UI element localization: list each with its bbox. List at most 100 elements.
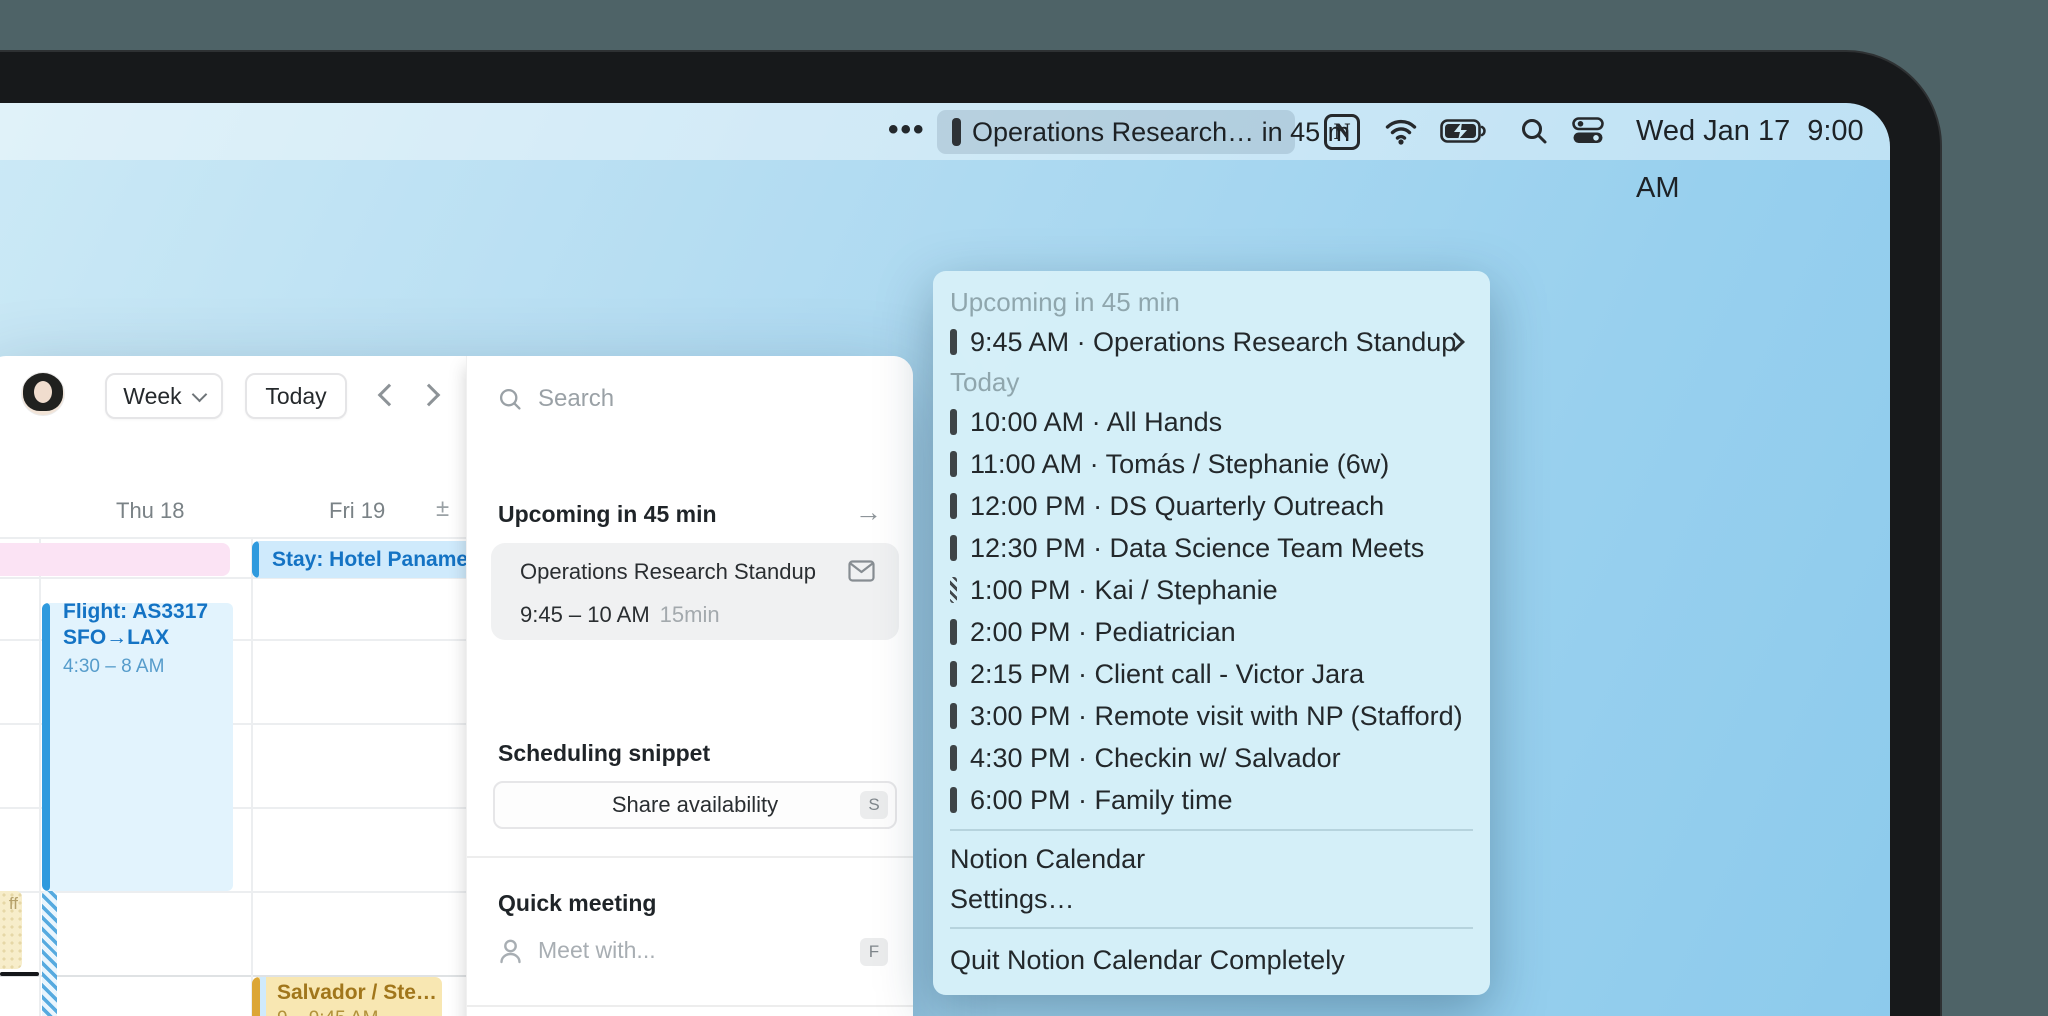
allday-event-pink[interactable] [0,543,230,576]
menu-bar: ••• Operations Research… in 45 m N Wed J… [0,103,1890,204]
prev-week-button[interactable] [377,383,401,407]
meet-with-input[interactable]: Meet with... [498,937,656,964]
event-label: 2:15 PM · Client call - Victor Jara [970,658,1365,689]
control-center-icon [1572,117,1604,143]
event-time: 9:45 – 10 AM [520,602,650,627]
menu-bar-overflow-item[interactable]: ••• [888,103,926,160]
avatar[interactable] [22,373,64,415]
event-duration: 15min [659,602,720,627]
notion-menu-item[interactable]: N [1324,114,1360,150]
quick-meeting-header: Quick meeting [498,890,657,916]
avatar-face [34,381,52,403]
event-salvador[interactable]: Salvador / Ste… 9 – 9:45 AM [252,977,442,1016]
wifi-menu-item[interactable] [1384,117,1418,150]
dropdown-event-item[interactable]: 2:00 PM · Pediatrician [933,611,1490,653]
dropdown-event-item[interactable]: 10:00 AM · All Hands [933,401,1490,443]
event-color-bar-icon [950,577,957,603]
dropdown-event-item[interactable]: 4:30 PM · Checkin w/ Salvador [933,737,1490,779]
side-panel: Search Upcoming in 45 min → Operations R… [466,356,913,1016]
status-item-label: Operations Research… in 45 m [972,116,1351,147]
spotlight-menu-item[interactable] [1520,117,1548,150]
envelope-icon[interactable] [848,560,875,587]
divider [467,1005,913,1007]
event-color-bar-icon [950,661,957,687]
event-color-bar-icon [950,787,957,813]
event-color-bar-icon [950,535,957,561]
current-time-indicator [0,972,39,976]
dropdown-event-item[interactable]: 3:00 PM · Remote visit with NP (Stafford… [933,695,1490,737]
event-hatched-thu[interactable] [42,891,57,1016]
event-label: 1:00 PM · Kai / Stephanie [970,574,1278,605]
day-header-thu: Thu 18 [116,498,185,523]
battery-charging-icon [1440,119,1486,143]
wifi-icon [1385,119,1417,145]
today-button-label: Today [265,382,327,409]
screen: ••• Operations Research… in 45 m N Wed J… [0,103,1890,1016]
search-icon [499,388,521,410]
dropdown-event-item[interactable]: 12:30 PM · Data Science Team Meets [933,527,1490,569]
event-label: 12:30 PM · Data Science Team Meets [970,532,1425,563]
notion-calendar-dropdown: Upcoming in 45 min 9:45 AM · Operations … [933,271,1490,995]
dropdown-event-item[interactable]: 11:00 AM · Tomás / Stephanie (6w) [933,443,1490,485]
dropdown-upcoming-header: Upcoming in 45 min [950,287,1180,317]
event-color-bar-icon [252,541,259,578]
event-color-bar-icon [950,451,957,477]
search-icon [1522,119,1547,144]
next-week-button[interactable] [417,383,441,407]
column-line [39,537,41,1016]
divider [467,856,913,858]
today-button[interactable]: Today [245,373,347,419]
key-badge-s: S [860,791,888,819]
arrow-right-icon[interactable]: → [855,497,882,528]
upcoming-event-card[interactable]: Operations Research Standup 9:45 – 10 AM… [491,543,899,640]
control-center-menu-item[interactable] [1572,117,1604,150]
event-label: 11:00 AM · Tomás / Stephanie (6w) [970,448,1390,479]
menu-item-settings[interactable]: Settings… [933,879,1490,919]
scheduling-snippet-header: Scheduling snippet [498,740,711,766]
event-label: 4:30 PM · Checkin w/ Salvador [970,742,1341,773]
view-switcher-button[interactable]: Week [105,373,223,419]
notion-calendar-status-item[interactable]: Operations Research… in 45 m [937,110,1350,154]
grid-line [0,891,466,893]
dropdown-event-item[interactable]: 1:00 PM · Kai / Stephanie [933,569,1490,611]
share-availability-button[interactable]: Share availability [493,781,897,829]
day-header-fri: Fri 19 [329,498,386,523]
event-label: 9:45 AM · Operations Research Standup [970,326,1457,357]
grid-line [0,537,466,539]
dropdown-event-item[interactable]: 2:15 PM · Client call - Victor Jara [933,653,1490,695]
event-label: 10:00 AM · All Hands [970,406,1223,437]
event-title: Stay: Hotel Panamer [272,547,466,571]
event-time: 4:30 – 8 AM [63,656,165,677]
dropdown-event-item[interactable]: 12:00 PM · DS Quarterly Outreach [933,485,1490,527]
event-fragment-yellow[interactable]: ff [0,891,22,969]
dropdown-upcoming-item[interactable]: 9:45 AM · Operations Research Standup [933,321,1490,363]
event-title: Operations Research Standup [520,559,816,584]
dropdown-event-item[interactable]: 6:00 PM · Family time [933,779,1490,821]
menu-item-quit[interactable]: Quit Notion Calendar Completely [933,937,1490,983]
event-color-bar-icon [950,703,957,729]
battery-menu-item[interactable] [1440,119,1486,148]
event-color-bar-icon [252,977,260,1016]
event-color-bar-icon [950,409,957,435]
key-badge-f: F [860,938,888,966]
event-color-bar-icon [42,603,50,891]
event-label: 12:00 PM · DS Quarterly Outreach [970,490,1385,521]
menu-item-notion-calendar[interactable]: Notion Calendar [933,839,1490,879]
event-flight[interactable]: Flight: AS3317 SFO→LAX 4:30 – 8 AM [42,603,233,891]
allday-event-stay[interactable]: Stay: Hotel Panamer [252,541,466,578]
search-placeholder: Search [538,385,615,412]
allday-expand-toggle[interactable]: ± [436,495,449,523]
event-color-bar-icon [950,329,957,355]
menu-bar-clock[interactable]: Wed Jan 17 9:00 AM [1636,103,1890,204]
notion-calendar-window: Week Today Thu 18 Fri 19 ± Stay: Hotel P… [0,356,913,1016]
event-color-bar-icon [950,493,957,519]
divider [950,927,1473,929]
event-color-bar-icon [950,745,957,771]
event-time: 9 – 9:45 AM [277,1008,437,1016]
event-title-line2: SFO→LAX [63,626,170,649]
chevron-down-icon [191,386,207,402]
event-color-bar-icon [950,619,957,645]
clock-date: Wed Jan 17 [1636,115,1791,147]
view-switcher-label: Week [123,382,182,409]
search-input[interactable]: Search [498,385,614,413]
